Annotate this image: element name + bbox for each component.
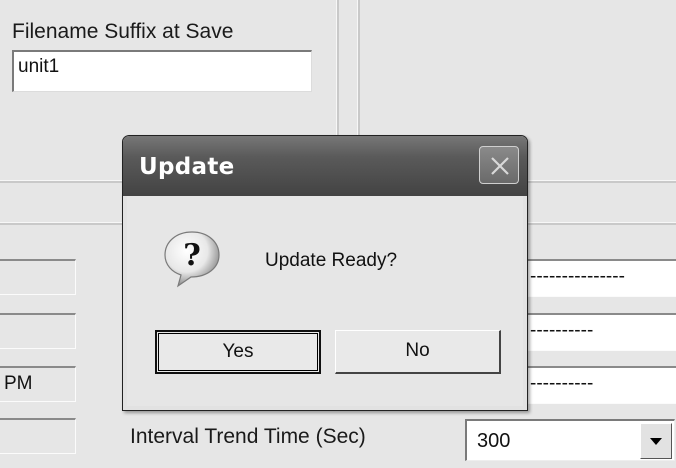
- left-field-3[interactable]: PM: [0, 366, 76, 402]
- panel-divider: [528, 180, 676, 183]
- dialog-message: Update Ready?: [265, 250, 398, 271]
- right-field-3[interactable]: ----------: [516, 366, 676, 404]
- interval-trend-select[interactable]: 300: [465, 419, 675, 461]
- right-field-2[interactable]: ----------: [516, 313, 676, 351]
- svg-text:?: ?: [183, 238, 201, 273]
- app-window: { "top_panel": { "suffix_label": "Filena…: [0, 0, 676, 468]
- panel-divider: [0, 180, 122, 183]
- chevron-down-icon[interactable]: [640, 423, 672, 459]
- dialog-title-bar[interactable]: Update: [123, 136, 527, 196]
- left-field-1[interactable]: [0, 259, 76, 295]
- left-field-2[interactable]: [0, 313, 76, 349]
- interval-trend-value: 300: [477, 430, 511, 452]
- filename-suffix-input[interactable]: unit1: [12, 50, 312, 92]
- close-icon: [491, 157, 509, 175]
- panel-divider: [357, 0, 360, 135]
- dialog-body: ? Update Ready? Yes No: [127, 196, 523, 406]
- update-dialog: Update ? Update Ready? Yes No: [122, 135, 528, 411]
- filename-suffix-label: Filename Suffix at Save: [12, 20, 234, 43]
- panel-divider: [336, 0, 339, 135]
- interval-trend-label: Interval Trend Time (Sec): [130, 425, 366, 448]
- yes-button[interactable]: Yes: [155, 330, 321, 374]
- no-button[interactable]: No: [335, 330, 501, 374]
- left-field-4[interactable]: [0, 418, 76, 454]
- dialog-title: Update: [139, 154, 235, 180]
- panel-divider: [528, 222, 676, 225]
- panel-divider: [0, 222, 122, 225]
- close-button[interactable]: [479, 146, 519, 184]
- right-field-1[interactable]: ---------------: [516, 259, 676, 297]
- question-icon: ?: [159, 226, 225, 297]
